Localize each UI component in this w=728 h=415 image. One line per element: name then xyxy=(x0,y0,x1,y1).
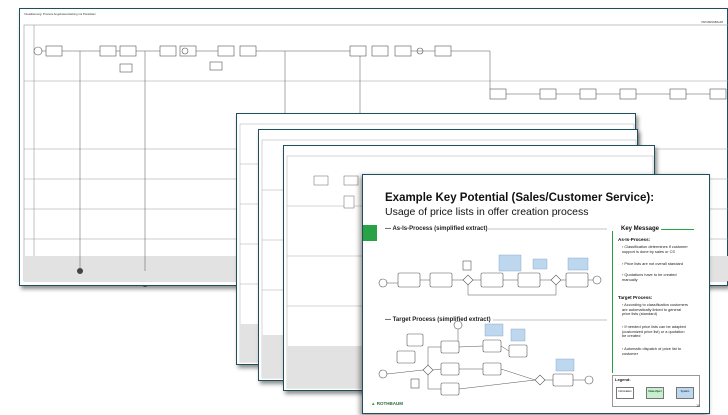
legend-item-information: Information xyxy=(616,387,634,399)
legend-title: Legend: xyxy=(615,377,631,382)
target-item-text: If needed price lists can be adapted (cu… xyxy=(622,324,686,339)
legend-box: Legend: Information Data object System xyxy=(612,375,700,407)
target-item: › Automatic dispatch of price list to cu… xyxy=(622,346,682,356)
legend-item-data-object: Data object xyxy=(646,387,664,399)
target-item-text: Automatic dispatch of price list to cust… xyxy=(622,346,682,356)
as-is-item: › Classification determines if customer … xyxy=(622,244,688,254)
footer-logo-text: ROTHBAUM xyxy=(376,401,403,406)
as-is-item-text: Classification determines if customer su… xyxy=(622,244,688,254)
as-is-flow xyxy=(378,260,602,288)
footer-logo: ▲ ROTHBAUM xyxy=(371,401,403,406)
as-is-heading: As-Is-Process: xyxy=(618,237,651,242)
target-item-text: According to classification customers ar… xyxy=(622,302,688,317)
page-number: 10 xyxy=(696,404,700,408)
key-message-title: Key Message xyxy=(619,226,662,232)
as-is-item: › Quotations have to be created manually xyxy=(622,272,677,282)
as-is-item: › Price lists are not overall standard xyxy=(622,261,683,266)
target-item: › If needed price lists can be adapted (… xyxy=(622,324,686,339)
as-is-item-text: Quotations have to be created manually xyxy=(622,272,677,282)
as-is-item-text: Price lists are not overall standard xyxy=(624,261,683,266)
front-slide: Example Key Potential (Sales/Customer Se… xyxy=(362,174,710,414)
legend-item-system: System xyxy=(676,387,694,399)
target-heading: Target Process: xyxy=(618,295,653,300)
logo-icon: ▲ xyxy=(371,401,376,406)
target-item: › According to classification customers … xyxy=(622,302,688,317)
